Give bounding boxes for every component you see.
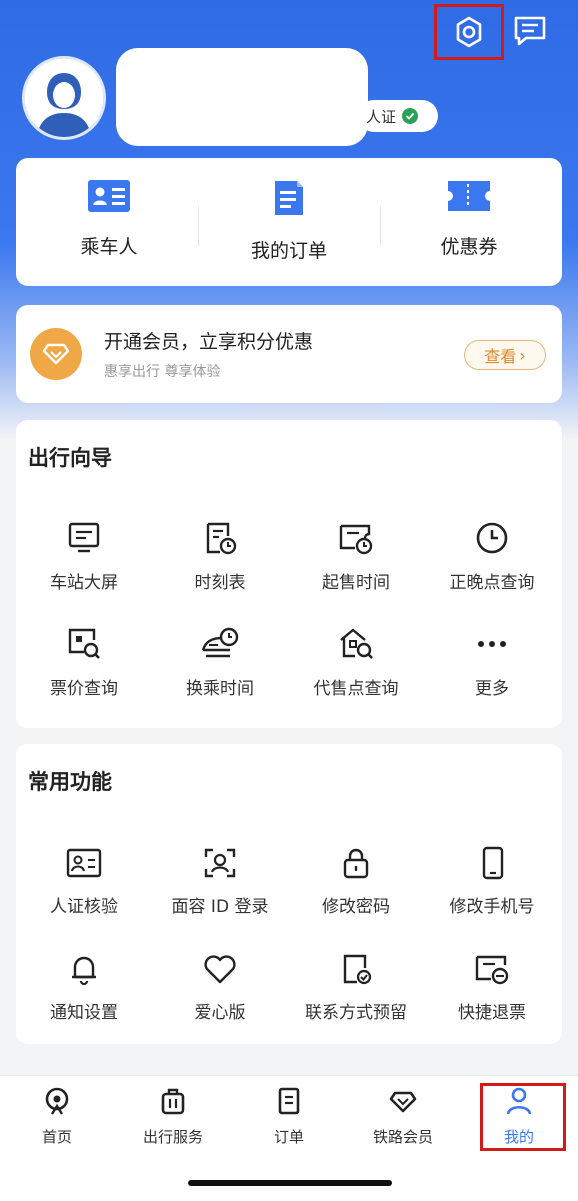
vip-subtitle: 惠享出行 尊享体验	[104, 364, 221, 380]
section-title: 常用功能	[28, 770, 112, 794]
tab-label: 出行服务	[142, 1128, 203, 1146]
face-id-icon	[204, 848, 236, 878]
travel-guide-section: 出行向导 车站大屏 时刻表 起售时间 正晚点查询 票价查询 换乘时间 代售点查询…	[16, 420, 562, 728]
grid-item-label: 时刻表	[194, 573, 246, 593]
phone-icon	[482, 846, 504, 880]
message-icon	[514, 16, 546, 46]
verify-status-text: 人证	[366, 107, 397, 126]
luggage-icon	[161, 1088, 185, 1115]
tab-label: 订单	[273, 1128, 304, 1146]
check-icon	[402, 108, 419, 124]
vip-diamond-icon	[30, 328, 82, 380]
grid-item-more[interactable]: 更多	[424, 626, 560, 699]
vip-banner[interactable]: 开通会员，立享积分优惠 惠享出行 尊享体验 查看 ›	[16, 305, 562, 403]
sale-time-icon	[339, 524, 373, 555]
diamond-icon	[389, 1091, 417, 1113]
common-functions-section: 常用功能 人证核验 面容 ID 登录 修改密码 修改手机号 通知设置 爱心版 联…	[16, 744, 562, 1044]
grid-item-label: 联系方式预留	[305, 1003, 407, 1023]
grid-item-notifications[interactable]: 通知设置	[16, 952, 152, 1023]
fare-search-icon	[68, 628, 100, 659]
quick-refund-icon	[475, 955, 509, 985]
section-title: 出行向导	[28, 446, 112, 470]
quick-item-label: 优惠券	[440, 236, 498, 258]
bell-icon	[72, 956, 96, 986]
tab-label: 铁路会员	[372, 1128, 433, 1146]
grid-item-label: 车站大屏	[50, 573, 118, 593]
grid-item-delay-query[interactable]: 正晚点查询	[424, 520, 560, 593]
grid-item-station-screen[interactable]: 车站大屏	[16, 520, 152, 593]
grid-item-label: 正晚点查询	[449, 573, 535, 593]
verify-status-badge[interactable]: 人证	[358, 100, 438, 132]
grid-item-face-id[interactable]: 面容 ID 登录	[152, 846, 288, 917]
tab-label: 首页	[41, 1128, 72, 1146]
contact-reserve-icon	[343, 954, 372, 985]
grid-item-label: 换乘时间	[186, 679, 254, 699]
coupon-icon	[448, 181, 490, 211]
quick-menu-card: 乘车人 我的订单 优惠券	[16, 158, 562, 286]
vip-view-label: 查看	[484, 347, 517, 366]
grid-item-contact-reserve[interactable]: 联系方式预留	[288, 952, 424, 1023]
home-indicator	[188, 1180, 392, 1186]
grid-item-label: 人证核验	[50, 897, 118, 917]
grid-item-label: 票价查询	[50, 679, 118, 699]
grid-item-label: 起售时间	[322, 573, 390, 593]
divider	[380, 206, 381, 246]
tab-home[interactable]: 首页	[2, 1086, 112, 1147]
settings-icon	[456, 16, 482, 48]
order-icon	[278, 1087, 300, 1115]
grid-item-label: 修改密码	[322, 897, 390, 917]
grid-item-label: 代售点查询	[313, 679, 399, 699]
agency-search-icon	[340, 628, 373, 659]
grid-item-id-verify[interactable]: 人证核验	[16, 846, 152, 917]
grid-item-agency-search[interactable]: 代售点查询	[288, 626, 424, 699]
message-button[interactable]	[508, 10, 552, 52]
home-icon	[45, 1087, 69, 1115]
transfer-time-icon	[201, 627, 239, 658]
id-verify-icon	[66, 848, 102, 878]
avatar[interactable]	[22, 56, 106, 140]
grid-item-label: 通知设置	[50, 1003, 118, 1023]
quick-item-label: 乘车人	[80, 236, 138, 258]
order-doc-icon	[275, 181, 303, 215]
highlight-box	[480, 1083, 566, 1151]
timetable-icon	[206, 522, 237, 555]
more-icon	[478, 641, 506, 647]
grid-item-change-password[interactable]: 修改密码	[288, 846, 424, 917]
chevron-right-icon: ›	[519, 345, 526, 365]
user-name-redacted	[116, 48, 368, 146]
quick-item-passenger[interactable]: 乘车人	[34, 178, 184, 259]
grid-item-label: 面容 ID 登录	[171, 897, 269, 917]
grid-item-label: 快捷退票	[458, 1003, 526, 1023]
clock-icon	[476, 522, 508, 554]
station-screen-icon	[68, 522, 100, 553]
quick-item-label: 我的订单	[250, 240, 327, 262]
grid-item-sale-time[interactable]: 起售时间	[288, 520, 424, 593]
quick-item-orders[interactable]: 我的订单	[214, 178, 364, 263]
grid-item-label: 爱心版	[194, 1003, 246, 1023]
passenger-card-icon	[88, 180, 130, 212]
grid-item-care-mode[interactable]: 爱心版	[152, 952, 288, 1023]
tab-railway-membership[interactable]: 铁路会员	[348, 1086, 458, 1147]
vip-view-button[interactable]: 查看 ›	[464, 340, 546, 370]
grid-item-fare-search[interactable]: 票价查询	[16, 626, 152, 699]
quick-item-coupons[interactable]: 优惠券	[394, 178, 544, 259]
grid-item-transfer-time[interactable]: 换乘时间	[152, 626, 288, 699]
tab-orders[interactable]: 订单	[234, 1086, 344, 1147]
settings-button[interactable]	[434, 4, 504, 60]
grid-item-change-phone[interactable]: 修改手机号	[424, 846, 560, 917]
grid-item-label: 更多	[475, 679, 509, 699]
grid-item-timetable[interactable]: 时刻表	[152, 520, 288, 593]
vip-title: 开通会员，立享积分优惠	[104, 331, 314, 353]
heart-icon	[204, 955, 236, 984]
grid-item-quick-refund[interactable]: 快捷退票	[424, 952, 560, 1023]
lock-icon	[343, 848, 369, 879]
tab-travel-services[interactable]: 出行服务	[118, 1086, 228, 1147]
divider	[198, 206, 199, 246]
grid-item-label: 修改手机号	[449, 897, 535, 917]
